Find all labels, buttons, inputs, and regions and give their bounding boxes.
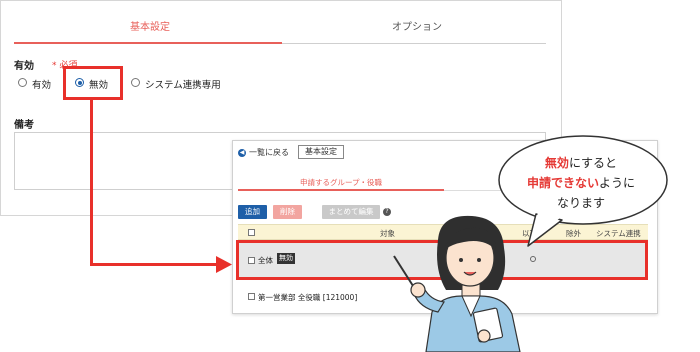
radio-system-link-only-label: システム連携専用 (145, 80, 221, 91)
tab-divider (282, 43, 546, 44)
select-all-checkbox[interactable] (248, 229, 255, 236)
arrow-right-icon (216, 256, 232, 273)
basic-settings-button[interactable]: 基本設定 (298, 145, 344, 159)
notes-label: 備考 (14, 120, 34, 131)
add-button[interactable]: 追加 (238, 205, 267, 219)
tab-options[interactable]: オプション (392, 18, 442, 33)
highlight-frame-disabled-radio (63, 66, 123, 100)
radio-system-link-only[interactable] (131, 78, 140, 87)
woman-pointing-illustration (393, 215, 521, 352)
callout-highlight-disabled: 無効 (544, 156, 569, 170)
callout-line1: にすると (568, 156, 618, 170)
tab-active-underline (238, 189, 444, 191)
row-target: 第一営業部 全役職 [121000] (258, 293, 358, 302)
radio-enabled-label: 有効 (32, 80, 52, 91)
back-to-list-link[interactable]: ◀ 一覧に戻る (238, 147, 289, 158)
radio-enabled[interactable] (18, 78, 27, 87)
back-to-list-label: 一覧に戻る (249, 148, 289, 157)
bulk-edit-button[interactable]: まとめて編集 (322, 205, 380, 219)
tab-active-underline (14, 42, 282, 44)
enabled-field-label: 有効 (14, 61, 34, 72)
callout-line3: なります (556, 196, 605, 210)
connector-line-vertical (90, 100, 93, 266)
tab-target-groups[interactable]: 申請するグループ・役職 (300, 177, 382, 188)
tab-basic-settings[interactable]: 基本設定 (130, 18, 170, 33)
callout-highlight-cannot-apply: 申請できない (526, 176, 599, 190)
arrow-left-icon: ◀ (238, 148, 246, 157)
connector-line-horizontal (90, 263, 220, 266)
row-checkbox[interactable] (248, 293, 255, 300)
delete-button[interactable]: 削除 (273, 205, 302, 219)
callout-line2: ように (599, 176, 636, 190)
